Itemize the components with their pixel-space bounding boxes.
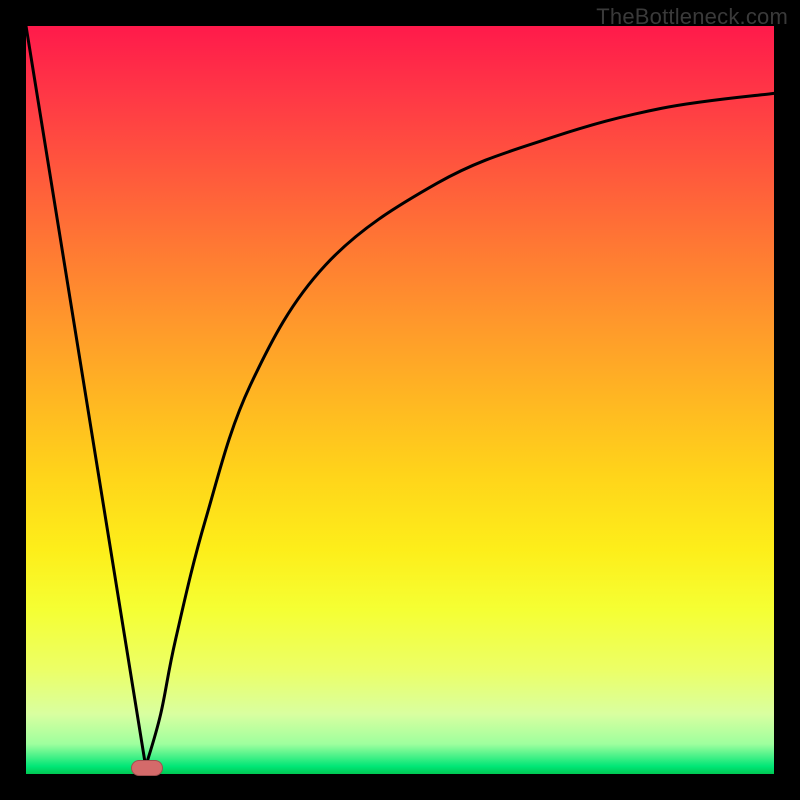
curve-path bbox=[26, 26, 774, 767]
plot-area bbox=[26, 26, 774, 774]
chart-frame: TheBottleneck.com bbox=[0, 0, 800, 800]
optimum-marker bbox=[131, 760, 163, 776]
chart-curve bbox=[26, 26, 774, 774]
